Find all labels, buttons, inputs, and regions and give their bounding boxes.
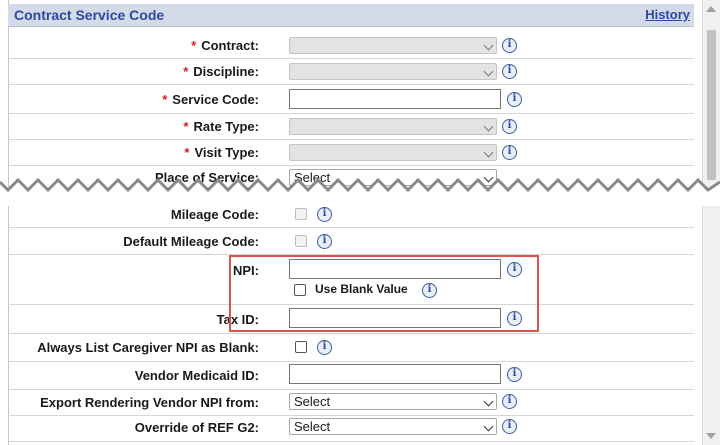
info-icon[interactable]: i xyxy=(317,340,332,355)
scroll-up-arrow[interactable] xyxy=(706,6,716,12)
override-ref-g2-label: Override of REF G2: xyxy=(134,420,259,435)
override-ref-g2-row: Override of REF G2: Select i xyxy=(8,415,694,442)
vendor-medicaid-id-input[interactable] xyxy=(289,364,501,384)
contract-label-text: Contract: xyxy=(201,38,259,53)
highlight-box xyxy=(229,255,539,332)
chevron-down-icon xyxy=(483,66,494,77)
info-icon[interactable]: i xyxy=(502,119,517,134)
info-icon[interactable]: i xyxy=(502,145,517,160)
chevron-down-icon xyxy=(483,421,494,432)
service-code-label: * Service Code: xyxy=(162,92,259,107)
export-rendering-vendor-npi-label: Export Rendering Vendor NPI from: xyxy=(40,395,259,410)
required-marker: * xyxy=(183,119,189,134)
visit-type-label-text: Visit Type: xyxy=(194,145,259,160)
export-rendering-vendor-npi-select[interactable]: Select xyxy=(289,393,497,410)
chevron-down-icon xyxy=(483,121,494,132)
always-list-caregiver-npi-row: Always List Caregiver NPI as Blank: i xyxy=(8,333,694,362)
export-rendering-vendor-npi-value: Select xyxy=(294,394,331,409)
override-ref-g2-value: Select xyxy=(294,419,331,434)
default-mileage-code-row: Default Mileage Code: i xyxy=(8,227,694,255)
rate-type-label-text: Rate Type: xyxy=(193,119,260,134)
contract-service-code-form: Contract Service Code History * Contract:… xyxy=(0,0,720,445)
visit-type-row: * Visit Type: i xyxy=(8,139,694,166)
mileage-code-row: Mileage Code: i xyxy=(8,200,694,228)
section-header: Contract Service Code History xyxy=(8,4,694,27)
service-code-label-text: Service Code: xyxy=(172,92,259,107)
always-list-caregiver-npi-label: Always List Caregiver NPI as Blank: xyxy=(37,340,259,355)
mileage-code-checkbox[interactable] xyxy=(295,208,307,220)
vendor-medicaid-id-row: Vendor Medicaid ID: i xyxy=(8,361,694,390)
info-icon[interactable]: i xyxy=(502,38,517,53)
required-marker: * xyxy=(191,38,197,53)
rate-type-select[interactable] xyxy=(289,118,497,135)
required-marker: * xyxy=(183,64,189,79)
info-icon[interactable]: i xyxy=(502,419,517,434)
default-mileage-code-checkbox[interactable] xyxy=(295,235,307,247)
scroll-thumb[interactable] xyxy=(707,30,716,180)
visit-type-select[interactable] xyxy=(289,144,497,161)
rate-type-label: * Rate Type: xyxy=(183,119,259,134)
service-code-input[interactable] xyxy=(289,89,501,109)
info-icon[interactable]: i xyxy=(507,367,522,382)
contract-row: * Contract: i xyxy=(8,32,694,59)
always-list-caregiver-npi-checkbox[interactable] xyxy=(295,341,307,353)
discipline-label: * Discipline: xyxy=(183,64,259,79)
chevron-down-icon xyxy=(483,147,494,158)
override-ref-g2-select[interactable]: Select xyxy=(289,418,497,435)
discipline-select[interactable] xyxy=(289,63,497,80)
discipline-label-text: Discipline: xyxy=(193,64,259,79)
info-icon[interactable]: i xyxy=(317,234,332,249)
vendor-medicaid-id-label: Vendor Medicaid ID: xyxy=(134,368,259,383)
mileage-code-label: Mileage Code: xyxy=(170,207,259,222)
required-marker: * xyxy=(184,145,190,160)
discipline-row: * Discipline: i xyxy=(8,58,694,85)
chevron-down-icon xyxy=(483,40,494,51)
info-icon[interactable]: i xyxy=(502,394,517,409)
scroll-down-arrow[interactable] xyxy=(706,433,716,439)
contract-label: * Contract: xyxy=(191,38,259,53)
export-rendering-vendor-npi-row: Export Rendering Vendor NPI from: Select… xyxy=(8,389,694,416)
vertical-scrollbar[interactable] xyxy=(702,0,720,445)
info-icon[interactable]: i xyxy=(507,92,522,107)
history-link[interactable]: History xyxy=(645,7,690,22)
section-title: Contract Service Code xyxy=(14,7,165,23)
info-icon[interactable]: i xyxy=(502,64,517,79)
required-marker: * xyxy=(162,92,168,107)
visit-type-label: * Visit Type: xyxy=(184,145,259,160)
info-icon[interactable]: i xyxy=(317,207,332,222)
contract-select[interactable] xyxy=(289,37,497,54)
chevron-down-icon xyxy=(483,396,494,407)
default-mileage-code-label: Default Mileage Code: xyxy=(123,234,259,249)
service-code-row: * Service Code: i xyxy=(8,84,694,114)
rate-type-row: * Rate Type: i xyxy=(8,113,694,140)
